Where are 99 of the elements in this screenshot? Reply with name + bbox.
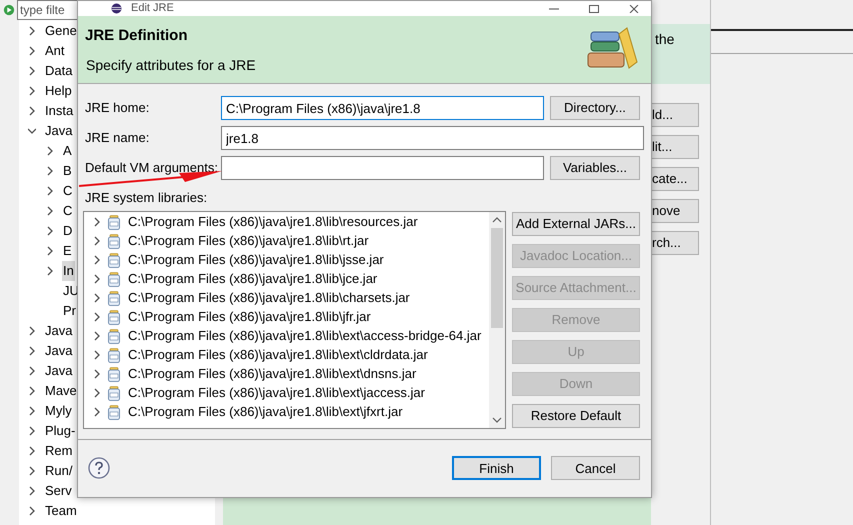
tree-item[interactable]: Serv — [44, 481, 73, 501]
chevron-right-icon[interactable] — [28, 106, 36, 116]
tree-item[interactable]: C — [62, 201, 74, 221]
jar-icon — [108, 328, 120, 344]
tree-item[interactable]: Java — [44, 341, 74, 361]
preference-button[interactable]: rch... — [651, 231, 699, 255]
tree-item[interactable]: Java — [44, 361, 74, 381]
library-path[interactable]: C:\Program Files (x86)\java\jre1.8\lib\rt.jar — [128, 231, 369, 251]
library-path[interactable]: C:\Program Files (x86)\java\jre1.8\lib\ext\dnsns.jar — [128, 364, 416, 384]
chevron-right-icon[interactable] — [46, 166, 54, 176]
library-path[interactable]: C:\Program Files (x86)\java\jre1.8\lib\ext\access-bridge-64.jar — [128, 326, 482, 346]
preference-button[interactable]: cate... — [651, 167, 699, 191]
library-path[interactable]: C:\Program Files (x86)\java\jre1.8\lib\ext\cldrdata.jar — [128, 345, 428, 365]
library-path[interactable]: C:\Program Files (x86)\java\jre1.8\lib\charsets.jar — [128, 288, 410, 308]
chevron-right-icon[interactable] — [28, 46, 36, 56]
books-icon — [587, 26, 639, 72]
chevron-right-icon[interactable] — [46, 146, 54, 156]
jar-icon — [108, 348, 120, 362]
tree-item[interactable]: Data — [44, 61, 74, 81]
header-subtitle: Specify attributes for a JRE — [86, 56, 256, 75]
chevron-right-icon[interactable] — [28, 366, 36, 376]
chevron-down-icon[interactable] — [28, 126, 36, 136]
library-path[interactable]: C:\Program Files (x86)\java\jre1.8\lib\jfr.jar — [128, 307, 371, 327]
jar-icon — [108, 310, 120, 324]
browse-button[interactable]: Variables... — [550, 156, 640, 180]
library-path[interactable]: C:\Program Files (x86)\java\jre1.8\lib\ext\jfxrt.jar — [128, 402, 403, 422]
scroll-thumb[interactable] — [491, 228, 503, 328]
tree-item[interactable]: Mave — [44, 381, 78, 401]
dialog-button[interactable]: Finish — [452, 456, 541, 480]
tree-item[interactable]: Myly — [44, 401, 73, 421]
chevron-right-icon[interactable] — [28, 386, 36, 396]
window-title: Edit JRE — [131, 3, 174, 14]
jar-icon — [108, 386, 120, 400]
chevron-right-icon[interactable] — [28, 426, 36, 436]
chevron-right-icon[interactable] — [28, 326, 36, 336]
tree-item[interactable]: Team — [44, 501, 78, 521]
browse-button[interactable]: Directory... — [550, 96, 640, 120]
description-text: the — [655, 31, 674, 47]
tree-item[interactable]: E — [62, 241, 73, 261]
chevron-right-icon[interactable] — [28, 506, 36, 516]
library-path[interactable]: C:\Program Files (x86)\java\jre1.8\lib\ext\jaccess.jar — [128, 383, 425, 403]
field-label: Default VM arguments: — [85, 159, 219, 178]
help-icon[interactable] — [88, 457, 110, 480]
tree-item[interactable]: Pr — [62, 301, 77, 321]
close-icon[interactable] — [629, 4, 639, 12]
tree-item[interactable]: Plug- — [44, 421, 76, 441]
tree-item[interactable]: Insta — [44, 101, 74, 121]
tree-item[interactable]: D — [62, 221, 74, 241]
jar-icon — [108, 252, 120, 268]
tree-item[interactable]: Gene — [44, 21, 78, 41]
library-path[interactable]: C:\Program Files (x86)\java\jre1.8\lib\jsse.jar — [128, 250, 384, 270]
chevron-right-icon[interactable] — [28, 446, 36, 456]
text-field[interactable]: jre1.8 — [221, 126, 644, 150]
chevron-right-icon[interactable] — [28, 486, 36, 496]
chevron-right-icon[interactable] — [46, 266, 54, 276]
chevron-right-icon[interactable] — [46, 186, 54, 196]
library-button[interactable]: Restore Default — [512, 404, 640, 428]
preference-button[interactable]: lit... — [651, 135, 699, 159]
scrollbar[interactable] — [489, 212, 505, 428]
tree-item[interactable]: B — [62, 161, 73, 181]
libraries-label: JRE system libraries: — [85, 189, 208, 207]
chevron-right-icon[interactable] — [28, 66, 36, 76]
jar-icon — [108, 214, 120, 230]
tree-item[interactable]: In — [62, 261, 75, 281]
field-label: JRE name: — [85, 129, 150, 148]
chevron-right-icon[interactable] — [28, 346, 36, 356]
preference-button[interactable]: nove — [651, 199, 699, 223]
chevron-right-icon[interactable] — [46, 246, 54, 256]
library-path[interactable]: C:\Program Files (x86)\java\jre1.8\lib\jce.jar — [128, 269, 378, 289]
chevron-right-icon[interactable] — [46, 226, 54, 236]
tree-item[interactable]: A — [62, 141, 73, 161]
chevron-right-icon[interactable] — [28, 86, 36, 96]
dialog-button[interactable]: Cancel — [551, 456, 640, 480]
maximize-icon[interactable] — [589, 4, 599, 12]
library-button[interactable]: Add External JARs... — [512, 212, 640, 236]
tree-item[interactable]: Ant — [44, 41, 66, 61]
jar-icon — [108, 290, 120, 306]
chevron-right-icon[interactable] — [28, 26, 36, 36]
tree-item[interactable]: Java — [44, 321, 74, 341]
tree-item[interactable]: Help — [44, 81, 73, 101]
jar-icon — [108, 234, 120, 248]
tree-item[interactable]: Rem — [44, 441, 74, 461]
library-path[interactable]: C:\Program Files (x86)\java\jre1.8\lib\resources.jar — [128, 212, 418, 232]
minimize-icon[interactable] — [549, 6, 559, 10]
preference-button[interactable]: ld... — [651, 103, 699, 127]
chevron-right-icon[interactable] — [46, 206, 54, 216]
header-title: JRE Definition — [85, 26, 189, 46]
tree-item[interactable]: Java — [44, 121, 74, 141]
field-label: JRE home: — [85, 99, 150, 118]
tree-item[interactable]: C — [62, 181, 74, 201]
text-field[interactable] — [221, 156, 544, 180]
tree-item[interactable]: Run/ — [44, 461, 74, 481]
text-field[interactable]: C:\Program Files (x86)\java\jre1.8 — [221, 96, 544, 120]
run-icon[interactable] — [3, 4, 15, 16]
jar-icon — [108, 366, 120, 382]
jar-icon — [108, 404, 120, 420]
jar-icon — [108, 272, 120, 286]
chevron-right-icon[interactable] — [28, 466, 36, 476]
chevron-right-icon[interactable] — [28, 406, 36, 416]
